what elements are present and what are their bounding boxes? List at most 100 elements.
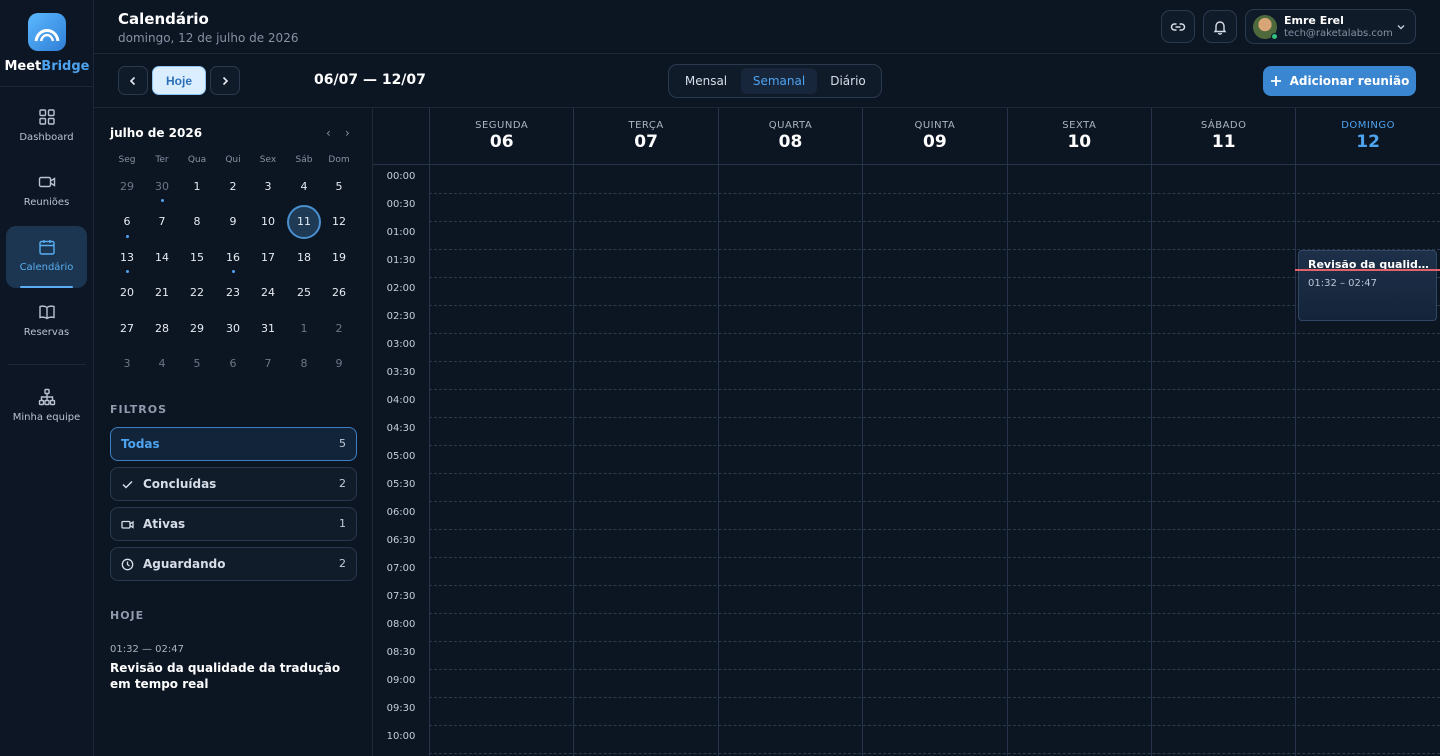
today-event-time: 01:32 — 02:47: [110, 644, 184, 655]
view-week-option[interactable]: Semanal: [741, 68, 817, 94]
mini-calendar-day[interactable]: 19: [322, 240, 356, 274]
filter-completed[interactable]: Concluídas 2: [110, 467, 357, 501]
view-day-option[interactable]: Diário: [819, 68, 877, 94]
mini-prev-month-button[interactable]: ‹: [326, 126, 331, 140]
notifications-button[interactable]: [1203, 10, 1237, 43]
next-week-button[interactable]: [210, 66, 240, 95]
day-column-header[interactable]: SEXTA 10: [1006, 108, 1151, 165]
mini-calendar-day[interactable]: 13: [110, 240, 144, 274]
bell-icon: [1213, 20, 1227, 35]
team-icon: [38, 388, 55, 406]
add-meeting-button[interactable]: Adicionar reunião: [1263, 66, 1416, 96]
mini-calendar-day[interactable]: 7: [145, 205, 179, 239]
time-slot-divider: [429, 249, 1440, 250]
day-number: 06: [489, 132, 514, 152]
mini-calendar-day[interactable]: 29: [180, 311, 214, 345]
mini-calendar-day[interactable]: 4: [145, 347, 179, 381]
previous-week-button[interactable]: [118, 66, 148, 95]
time-slot-divider: [429, 417, 1440, 418]
mini-calendar-day[interactable]: 27: [110, 311, 144, 345]
time-slot-divider: [429, 305, 1440, 306]
time-slot-divider: [429, 641, 1440, 642]
mini-calendar-day[interactable]: 29: [110, 169, 144, 203]
time-slot-divider: [429, 725, 1440, 726]
mini-calendar-day[interactable]: 14: [145, 240, 179, 274]
today-button[interactable]: Hoje: [152, 66, 206, 95]
mini-calendar-day[interactable]: 3: [251, 169, 285, 203]
user-menu[interactable]: Emre Erel tech@raketalabs.com: [1245, 9, 1416, 44]
day-column-header[interactable]: DOMINGO 12: [1295, 108, 1439, 165]
user-name: Emre Erel: [1284, 14, 1344, 27]
book-icon: [38, 305, 55, 320]
meetbridge-logo-icon[interactable]: [28, 13, 66, 51]
mini-calendar-day[interactable]: 9: [216, 205, 250, 239]
add-meeting-label: Adicionar reunião: [1289, 74, 1410, 88]
time-label: 01:00: [386, 227, 416, 238]
mini-calendar-day[interactable]: 20: [110, 276, 144, 310]
time-slot-divider: [429, 501, 1440, 502]
mini-calendar-day[interactable]: 3: [110, 347, 144, 381]
mini-calendar-day[interactable]: 8: [180, 205, 214, 239]
day-column-header[interactable]: QUARTA 08: [717, 108, 862, 165]
nav-item-my-team[interactable]: Minha equipe: [6, 376, 87, 438]
left-nav: MeetBridge Dashboard Reuniões Calendário…: [0, 0, 94, 756]
mini-calendar-day[interactable]: 16: [216, 240, 250, 274]
mini-calendar-day[interactable]: 30: [145, 169, 179, 203]
mini-calendar-day[interactable]: 24: [251, 276, 285, 310]
mini-calendar-day[interactable]: 26: [322, 276, 356, 310]
mini-calendar-day[interactable]: 8: [287, 347, 321, 381]
mini-calendar-day[interactable]: 28: [145, 311, 179, 345]
time-slot-divider: [429, 473, 1440, 474]
nav-item-meetings[interactable]: Reuniões: [6, 161, 87, 223]
filter-waiting[interactable]: Aguardando 2: [110, 547, 357, 581]
weekday-header: Qua: [187, 155, 207, 165]
mini-calendar-day[interactable]: 9: [322, 347, 356, 381]
day-column-header[interactable]: SÁBADO 11: [1151, 108, 1295, 165]
mini-next-month-button[interactable]: ›: [345, 126, 350, 140]
day-column-header[interactable]: QUINTA 09: [862, 108, 1006, 165]
mini-calendar-day[interactable]: 1: [287, 311, 321, 345]
mini-calendar-day[interactable]: 31: [251, 311, 285, 345]
nav-item-dashboard[interactable]: Dashboard: [6, 96, 87, 158]
view-month-option[interactable]: Mensal: [673, 68, 739, 94]
clock-icon: [121, 558, 134, 571]
mini-calendar-day[interactable]: 18: [287, 240, 321, 274]
mini-calendar-day[interactable]: 5: [180, 347, 214, 381]
mini-calendar-day[interactable]: 10: [251, 205, 285, 239]
mini-calendar-day[interactable]: 6: [110, 205, 144, 239]
filter-active[interactable]: Ativas 1: [110, 507, 357, 541]
mini-calendar-day[interactable]: 25: [287, 276, 321, 310]
today-event-title[interactable]: Revisão da qualidade da tradução em temp…: [110, 660, 350, 692]
mini-calendar-day[interactable]: 21: [145, 276, 179, 310]
mini-calendar-day[interactable]: 1: [180, 169, 214, 203]
calendar-event[interactable]: Revisão da qualidade da tradução em temp…: [1298, 250, 1437, 321]
mini-calendar-day[interactable]: 22: [180, 276, 214, 310]
day-column-header[interactable]: TERÇA 07: [573, 108, 717, 165]
day-column-header[interactable]: SEGUNDA 06: [429, 108, 573, 165]
mini-calendar-day[interactable]: 6: [216, 347, 250, 381]
mini-calendar-day[interactable]: 7: [251, 347, 285, 381]
mini-calendar-day[interactable]: 4: [287, 169, 321, 203]
mini-calendar-day[interactable]: 30: [216, 311, 250, 345]
filter-count: 2: [339, 477, 346, 490]
nav-item-bookings[interactable]: Reservas: [6, 291, 87, 353]
time-label: 03:00: [386, 339, 416, 350]
mini-calendar-day[interactable]: 2: [216, 169, 250, 203]
mini-calendar-day[interactable]: 15: [180, 240, 214, 274]
event-marker-dot: [126, 270, 129, 273]
mini-calendar-day[interactable]: 17: [251, 240, 285, 274]
mini-calendar-day[interactable]: 12: [322, 205, 356, 239]
filter-all[interactable]: Todas 5: [110, 427, 357, 461]
mini-calendar-day[interactable]: 11: [287, 204, 321, 239]
mini-calendar-day[interactable]: 5: [322, 169, 356, 203]
week-range: 06/07 — 12/07: [314, 72, 426, 88]
brand-name: MeetBridge: [0, 59, 94, 74]
time-label: 03:30: [386, 367, 416, 378]
chevron-right-icon: [222, 76, 229, 85]
nav-item-calendar[interactable]: Calendário: [6, 226, 87, 288]
mini-calendar-day[interactable]: 23: [216, 276, 250, 310]
nav-divider: [0, 86, 94, 87]
nav-label: Calendário: [19, 262, 74, 273]
mini-calendar-day[interactable]: 2: [322, 311, 356, 345]
copy-link-button[interactable]: [1161, 10, 1195, 43]
